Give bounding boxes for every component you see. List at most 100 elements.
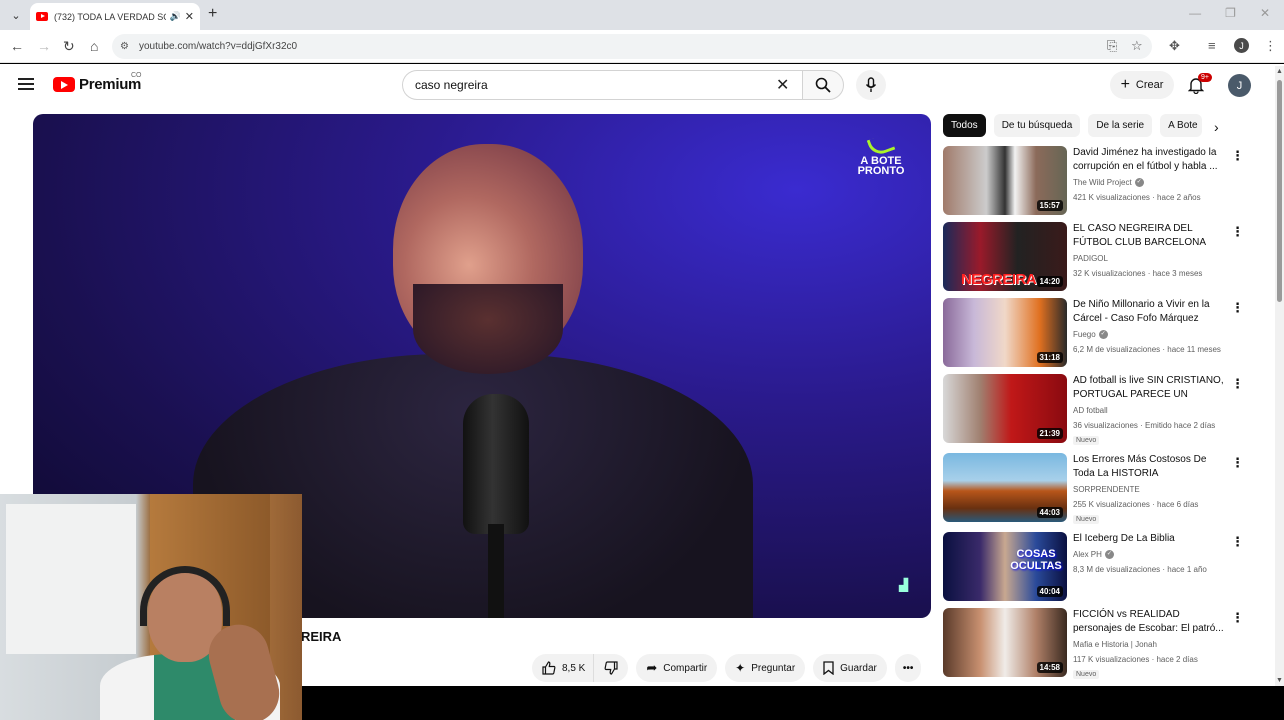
chevron-right-icon[interactable]: › xyxy=(1214,119,1219,135)
save-button[interactable]: Guardar xyxy=(813,654,887,682)
video-thumbnail[interactable]: 15:57 xyxy=(943,146,1067,215)
rec-menu-icon[interactable]: ⋮ xyxy=(1231,455,1244,471)
microphone-icon xyxy=(865,77,877,92)
rec-channel[interactable]: AD fotball xyxy=(1073,406,1108,415)
video-thumbnail[interactable]: NEGREIRA 14:20 xyxy=(943,222,1067,291)
ask-button[interactable]: ✦ Preguntar xyxy=(725,654,806,682)
scrollbar-thumb[interactable] xyxy=(1277,80,1282,302)
create-button[interactable]: + Crear xyxy=(1110,71,1174,99)
install-app-icon[interactable]: ⎘ xyxy=(1107,38,1117,54)
rec-title[interactable]: De Niño Millonario a Vivir en la Cárcel … xyxy=(1073,298,1225,326)
voice-search-button[interactable] xyxy=(856,70,886,100)
dislike-button[interactable] xyxy=(593,654,629,682)
video-thumbnail[interactable]: 31:18 xyxy=(943,298,1067,367)
related-filter-chips: Todos De tu búsqueda De la serie A Bote xyxy=(943,114,1203,137)
video-thumbnail[interactable]: 21:39 xyxy=(943,374,1067,443)
rec-menu-icon[interactable]: ⋮ xyxy=(1231,224,1244,240)
address-bar[interactable]: ⚙ youtube.com/watch?v=ddjGfXr32c0 xyxy=(112,34,1152,59)
thumbs-up-icon xyxy=(542,661,556,675)
rec-title[interactable]: FICCIÓN vs REALIDAD personajes de Escoba… xyxy=(1073,608,1225,636)
scroll-down-arrow-icon[interactable]: ▼ xyxy=(1276,677,1283,684)
chip-todos[interactable]: Todos xyxy=(943,114,986,137)
rec-menu-icon[interactable]: ⋮ xyxy=(1231,376,1244,392)
rec-title[interactable]: El Iceberg De La Biblia xyxy=(1073,532,1225,546)
webcam-overlay xyxy=(0,494,302,720)
search-icon xyxy=(815,77,831,93)
list-item[interactable]: COSAS OCULTAS 40:04 El Iceberg De La Bib… xyxy=(943,532,1253,602)
restore-icon[interactable]: ❐ xyxy=(1225,6,1236,20)
list-item[interactable]: 31:18 De Niño Millonario a Vivir en la C… xyxy=(943,298,1253,368)
tab-search-chevron-icon[interactable]: ⌄ xyxy=(6,5,26,25)
video-thumbnail[interactable]: COSAS OCULTAS 40:04 xyxy=(943,532,1067,601)
more-actions-button[interactable]: ••• xyxy=(894,654,922,682)
video-actions: 8,5 K ➦ Compartir ✦ Preguntar Guardar ••… xyxy=(532,654,922,682)
rec-menu-icon[interactable]: ⋮ xyxy=(1231,610,1244,626)
youtube-logo-icon[interactable] xyxy=(53,77,75,92)
rec-channel[interactable]: Alex PH ✓ xyxy=(1073,550,1114,560)
rec-menu-icon[interactable]: ⋮ xyxy=(1231,534,1244,550)
page-scrollbar[interactable]: ▲ ▼ xyxy=(1275,66,1284,686)
list-item[interactable]: NEGREIRA 14:20 EL CASO NEGREIRA DEL FÚTB… xyxy=(943,222,1253,292)
search-button[interactable] xyxy=(802,70,844,100)
verified-check-icon: ✓ xyxy=(1134,178,1144,188)
minimize-icon[interactable]: — xyxy=(1189,6,1201,20)
guide-menu-icon[interactable] xyxy=(18,78,34,90)
rec-channel[interactable]: SORPRENDENTE xyxy=(1073,485,1140,494)
duration-badge: 15:57 xyxy=(1036,200,1063,211)
search-input[interactable]: caso negreira xyxy=(402,70,804,100)
duration-badge: 40:04 xyxy=(1036,586,1063,597)
chip-de-la-serie[interactable]: De la serie xyxy=(1088,114,1153,137)
list-item[interactable]: 21:39 AD fotball is live SIN CRISTIANO, … xyxy=(943,374,1253,445)
chip-de-tu-busqueda[interactable]: De tu búsqueda xyxy=(993,114,1081,137)
like-button[interactable]: 8,5 K xyxy=(532,654,594,682)
extensions-icon[interactable]: ✥ xyxy=(1169,38,1180,54)
rec-menu-icon[interactable]: ⋮ xyxy=(1231,300,1244,316)
new-tab-button[interactable]: + xyxy=(208,5,217,23)
clear-search-icon[interactable]: ✕ xyxy=(776,75,789,95)
browser-tab-active[interactable]: (732) TODA LA VERDAD SOBRE 🔊 ✕ xyxy=(30,3,200,30)
site-info-icon[interactable]: ⚙ xyxy=(120,41,129,52)
rec-title[interactable]: Los Errores Más Costosos De Toda La HIST… xyxy=(1073,453,1225,481)
video-thumbnail[interactable]: 14:58 xyxy=(943,608,1067,677)
rec-channel[interactable]: PADIGOL xyxy=(1073,254,1108,263)
back-arrow-icon[interactable]: ← xyxy=(10,38,24,54)
rec-title[interactable]: EL CASO NEGREIRA DEL FÚTBOL CLUB BARCELO… xyxy=(1073,222,1225,250)
save-label: Guardar xyxy=(840,662,877,674)
rec-channel[interactable]: Fuego ✓ xyxy=(1073,330,1108,340)
video-microphone xyxy=(463,394,529,534)
rec-title[interactable]: David Jiménez ha investigado la corrupci… xyxy=(1073,146,1225,174)
list-item[interactable]: 44:03 Los Errores Más Costosos De Toda L… xyxy=(943,453,1253,524)
home-icon[interactable]: ⌂ xyxy=(90,38,98,54)
close-window-icon[interactable]: ✕ xyxy=(1260,6,1270,20)
scroll-up-arrow-icon[interactable]: ▲ xyxy=(1276,68,1283,75)
browser-menu-icon[interactable]: ⋮ xyxy=(1264,38,1277,54)
list-item[interactable]: 14:58 FICCIÓN vs REALIDAD personajes de … xyxy=(943,608,1253,679)
share-label: Compartir xyxy=(663,662,708,674)
browser-profile-avatar[interactable]: J xyxy=(1234,38,1249,53)
media-queue-icon[interactable]: ≡ xyxy=(1208,38,1216,53)
corner-branding-icon[interactable]: ▟ xyxy=(899,578,915,594)
speaker-icon[interactable]: 🔊 xyxy=(170,11,181,22)
rec-meta: 8,3 M de visualizaciones · hace 1 año xyxy=(1073,565,1207,574)
share-arrow-icon: ➦ xyxy=(646,660,658,675)
list-item[interactable]: 15:57 David Jiménez ha investigado la co… xyxy=(943,146,1253,216)
chip-a-bote[interactable]: A Bote xyxy=(1160,114,1203,137)
account-avatar[interactable]: J xyxy=(1228,74,1251,97)
share-button[interactable]: ➦ Compartir xyxy=(636,654,718,682)
thumbnail-overlay-text: COSAS OCULTAS xyxy=(1010,548,1062,572)
rec-title[interactable]: AD fotball is live SIN CRISTIANO, PORTUG… xyxy=(1073,374,1225,402)
rec-channel-name: Fuego xyxy=(1073,330,1096,339)
video-thumbnail[interactable]: 44:03 xyxy=(943,453,1067,522)
video-mic-stand xyxy=(488,524,504,618)
duration-badge: 14:58 xyxy=(1036,662,1063,673)
rec-channel[interactable]: The Wild Project ✓ xyxy=(1073,178,1144,188)
rec-menu-icon[interactable]: ⋮ xyxy=(1231,148,1244,164)
forward-arrow-icon[interactable]: → xyxy=(37,38,51,54)
reload-icon[interactable]: ↻ xyxy=(63,38,75,55)
thumbnail-overlay-text: NEGREIRA xyxy=(961,271,1037,288)
close-tab-icon[interactable]: ✕ xyxy=(185,10,194,23)
rec-channel[interactable]: Mafia e Historia | Jonah xyxy=(1073,640,1157,649)
duration-badge: 31:18 xyxy=(1036,352,1063,363)
rec-meta: 6,2 M de visualizaciones · hace 11 meses xyxy=(1073,345,1221,354)
bookmark-star-icon[interactable]: ☆ xyxy=(1131,38,1143,54)
